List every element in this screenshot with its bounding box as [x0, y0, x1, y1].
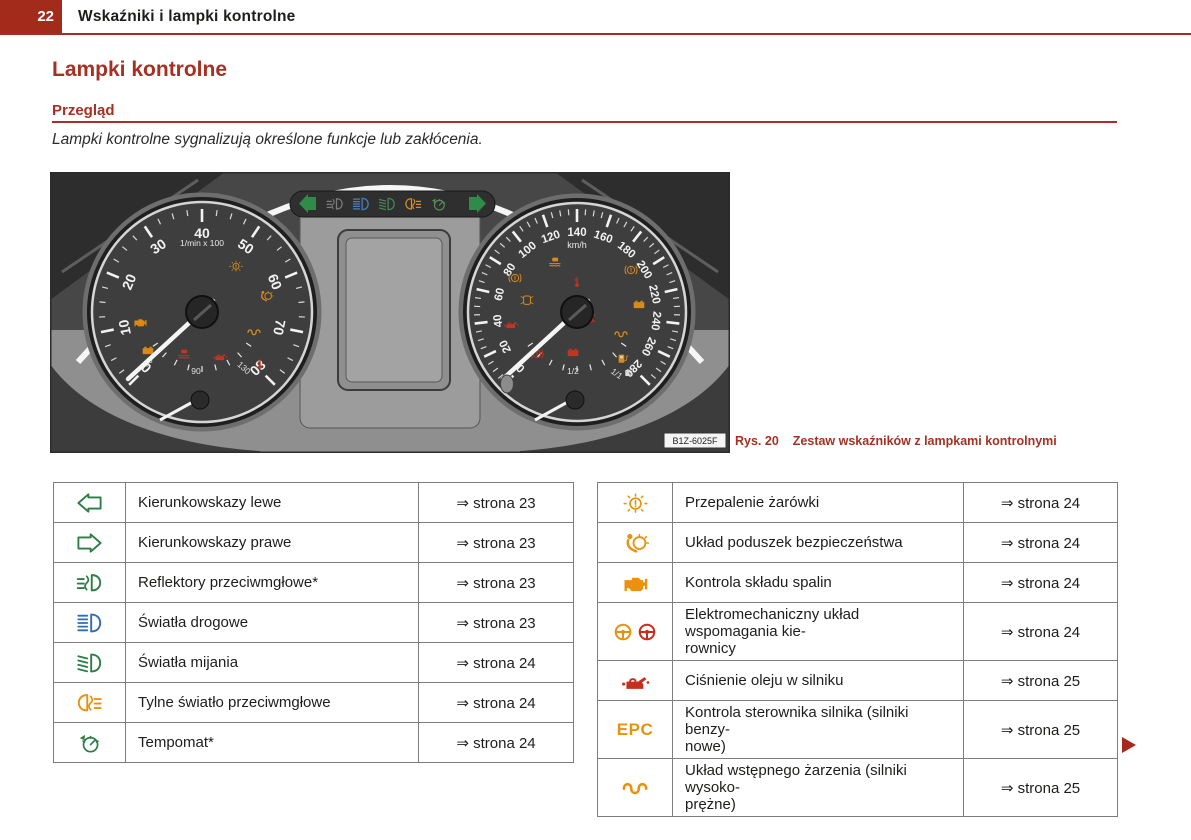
svg-text:10: 10	[115, 318, 134, 337]
page-reference: ⇒ strona 23	[419, 603, 574, 643]
cruise-control-icon	[77, 732, 103, 754]
lead-paragraph: Lampki kontrolne sygnalizują określone f…	[52, 131, 483, 149]
table-row: Elektromechaniczny układ wspomagania kie…	[598, 603, 1118, 661]
page-reference: ⇒ strona 24	[964, 563, 1118, 603]
turn-left-icon	[76, 493, 103, 513]
warning-light-label: Elektromechaniczny układ wspomagania kie…	[673, 603, 964, 661]
page-reference: ⇒ strona 25	[964, 661, 1118, 701]
warning-light-label: Światła drogowe	[126, 603, 419, 643]
page-number: 22	[0, 0, 62, 33]
table-row: Układ poduszek bezpieczeństwa ⇒ strona 2…	[598, 523, 1118, 563]
table-row: Światła mijania ⇒ strona 24	[54, 643, 574, 683]
low-beam-icon	[76, 652, 103, 674]
figure-caption-label: Rys. 20	[735, 434, 779, 448]
rear-fog-icon	[76, 692, 103, 714]
warning-light-label: Układ poduszek bezpieczeństwa	[673, 523, 964, 563]
subsection-title: Przegląd	[52, 102, 115, 119]
bulb-failure-icon	[622, 492, 649, 514]
fuel-scale-label: 1/2	[567, 366, 579, 376]
engine-check-icon	[621, 572, 649, 594]
warning-light-label: Reflektory przeciwmgłowe*	[126, 563, 419, 603]
glow-plug-icon	[621, 777, 649, 799]
warning-lights-table-left: Kierunkowskazy lewe ⇒ strona 23 Kierunko…	[53, 482, 574, 763]
image-code-plate: B1Z-6025F	[664, 433, 726, 448]
table-row: Tempomat* ⇒ strona 24	[54, 723, 574, 763]
oil-pressure-icon	[621, 670, 650, 692]
page-reference: ⇒ strona 24	[964, 483, 1118, 523]
power-steering-red-icon	[635, 622, 659, 642]
table-row: Światła drogowe ⇒ strona 23	[54, 603, 574, 643]
speedometer-gauge: km/h 02040608010012014016018020022024026…	[461, 196, 693, 428]
page-reference: ⇒ strona 23	[419, 523, 574, 563]
warning-light-label: Tylne światło przeciwmgłowe	[126, 683, 419, 723]
page-title: Lampki kontrolne	[52, 58, 227, 82]
multifunction-display	[338, 230, 450, 390]
table-row: Reflektory przeciwmgłowe* ⇒ strona 23	[54, 563, 574, 603]
figure-caption-text: Zestaw wskaźników z lampkami kontrolnymi	[793, 434, 1057, 448]
airbag-icon	[622, 532, 649, 554]
page-reference: ⇒ strona 25	[964, 759, 1118, 817]
svg-text:140: 140	[567, 227, 586, 239]
warning-light-label: Światła mijania	[126, 643, 419, 683]
warning-lights-table-right: Przepalenie żarówki ⇒ strona 24 Układ po…	[597, 482, 1118, 817]
warning-light-label: Ciśnienie oleju w silniku	[673, 661, 964, 701]
high-beam-icon	[76, 612, 103, 634]
next-page-marker	[1122, 737, 1136, 753]
svg-text:40: 40	[492, 314, 505, 328]
warning-light-label: Układ wstępnego żarzenia (silniki wysoko…	[673, 759, 964, 817]
warning-light-label: Kontrola sterownika silnika (silniki ben…	[673, 701, 964, 759]
table-row: Kierunkowskazy prawe ⇒ strona 23	[54, 523, 574, 563]
warning-light-label: Kierunkowskazy lewe	[126, 483, 419, 523]
page-reference: ⇒ strona 24	[419, 723, 574, 763]
temp-scale-label: 90	[191, 366, 201, 376]
instrument-cluster-figure: 1/min x 100 01020304050607080 50 90 130 …	[50, 172, 730, 453]
warning-light-label: Kierunkowskazy prawe	[126, 523, 419, 563]
page-reference: ⇒ strona 24	[964, 523, 1118, 563]
warning-light-label: Przepalenie żarówki	[673, 483, 964, 523]
page-reference: ⇒ strona 24	[964, 603, 1118, 661]
chapter-title: Wskaźniki i lampki kontrolne	[78, 8, 295, 26]
svg-text:40: 40	[194, 225, 210, 241]
header-rule	[0, 33, 1191, 35]
reset-knob	[501, 375, 514, 393]
turn-right-icon	[76, 533, 103, 553]
table-row: Tylne światło przeciwmgłowe ⇒ strona 24	[54, 683, 574, 723]
speed-unit-label: km/h	[567, 240, 587, 250]
power-steering-orange-icon	[611, 622, 635, 642]
page-reference: ⇒ strona 23	[419, 483, 574, 523]
indicator-strip	[290, 191, 495, 217]
table-row: Kontrola składu spalin ⇒ strona 24	[598, 563, 1118, 603]
tachometer-gauge: 1/min x 100 01020304050607080 50 90 130	[85, 195, 319, 429]
table-row: Układ wstępnego żarzenia (silniki wysoko…	[598, 759, 1118, 817]
table-row: Przepalenie żarówki ⇒ strona 24	[598, 483, 1118, 523]
epc-icon: EPC	[617, 720, 653, 739]
front-fog-icon	[76, 572, 103, 594]
svg-text:70: 70	[270, 318, 289, 337]
image-code: B1Z-6025F	[672, 436, 718, 446]
subsection-rule	[52, 121, 1117, 123]
page-reference: ⇒ strona 24	[419, 683, 574, 723]
page-reference: ⇒ strona 24	[419, 643, 574, 683]
page-reference: ⇒ strona 23	[419, 563, 574, 603]
table-row: Kierunkowskazy lewe ⇒ strona 23	[54, 483, 574, 523]
table-row: EPC Kontrola sterownika silnika (silniki…	[598, 701, 1118, 759]
figure-caption: Rys. 20 Zestaw wskaźników z lampkami kont…	[735, 434, 1175, 448]
page-reference: ⇒ strona 25	[964, 701, 1118, 759]
table-row: Ciśnienie oleju w silniku ⇒ strona 25	[598, 661, 1118, 701]
warning-light-label: Kontrola składu spalin	[673, 563, 964, 603]
svg-text:240: 240	[648, 311, 662, 331]
warning-light-label: Tempomat*	[126, 723, 419, 763]
